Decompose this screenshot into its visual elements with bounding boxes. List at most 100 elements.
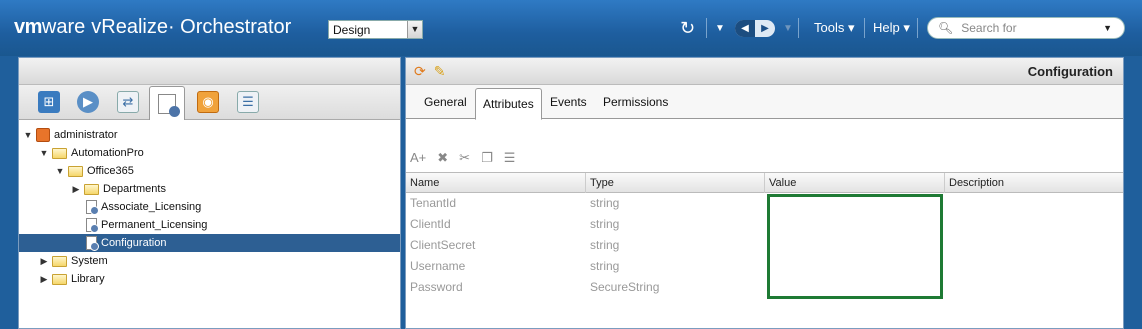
toolbar-divider bbox=[864, 18, 865, 38]
tree-item-label: administrator bbox=[54, 129, 118, 141]
table-row[interactable]: ClientId string bbox=[406, 214, 1123, 235]
collapsed-icon[interactable]: ▶ bbox=[71, 184, 81, 195]
table-header: Name Type Value Description bbox=[406, 172, 1123, 193]
run-icon[interactable]: ▶ bbox=[77, 91, 99, 113]
attributes-toolbar: A+ ✖ ✂ ❐ ☰ bbox=[410, 150, 515, 166]
workflow-icon[interactable]: ⇄ bbox=[117, 91, 139, 113]
forward-arrow-icon[interactable]: ▶ bbox=[755, 20, 775, 37]
workflow-icon bbox=[86, 218, 99, 233]
logo-ware: ware bbox=[41, 16, 86, 38]
expanded-icon[interactable]: ▼ bbox=[23, 130, 33, 140]
table-row[interactable]: TenantId string bbox=[406, 193, 1123, 214]
tree-item-label: System bbox=[71, 255, 108, 267]
tree-item-administrator[interactable]: ▼ administrator bbox=[19, 126, 400, 144]
back-arrow-icon[interactable]: ◀ bbox=[735, 20, 755, 37]
tree-item-departments[interactable]: ▶ Departments bbox=[19, 180, 400, 198]
editor-tabs: General Attributes Events Permissions bbox=[406, 85, 1123, 120]
inventory-icon[interactable]: ⊞ bbox=[38, 91, 60, 113]
delete-icon[interactable]: ✖ bbox=[437, 150, 448, 166]
history-nav: ◀ ▶ bbox=[735, 20, 775, 37]
tree-item-associate-licensing[interactable]: Associate_Licensing bbox=[19, 198, 400, 216]
design-icon bbox=[158, 93, 180, 117]
search-icon: 🔍︎ bbox=[938, 21, 954, 35]
folder-icon bbox=[52, 147, 67, 159]
mode-select[interactable]: Design ▼ bbox=[328, 20, 423, 39]
table-row[interactable]: Password SecureString bbox=[406, 277, 1123, 298]
product-logo: vm ware vRealize· Orchestrator bbox=[14, 16, 291, 42]
expanded-icon[interactable]: ▼ bbox=[55, 166, 65, 176]
tree-item-office365[interactable]: ▼ Office365 bbox=[19, 162, 400, 180]
folder-icon bbox=[84, 183, 99, 195]
collapsed-icon[interactable]: ▶ bbox=[39, 274, 49, 285]
chevron-down-icon: ▼ bbox=[407, 21, 422, 38]
tools-menu[interactable]: Tools ▾ bbox=[814, 20, 855, 36]
workflow-editor-panel: ⟳ ✎ Configuration General Attributes Eve… bbox=[405, 57, 1124, 329]
tab-attributes[interactable]: Attributes bbox=[475, 88, 542, 120]
user-icon bbox=[36, 128, 50, 142]
view-switcher: ⊞ ▶ ⇄ ◉ ☰ bbox=[19, 85, 400, 120]
actions-icon[interactable]: ☰ bbox=[237, 91, 259, 113]
editor-header-icons: ⟳ ✎ bbox=[414, 63, 445, 80]
folder-icon bbox=[52, 273, 67, 285]
toolbar-divider bbox=[706, 18, 707, 38]
search-input[interactable]: 🔍︎ Search for ▼ bbox=[927, 17, 1125, 39]
inventory-panel: ⊞ ▶ ⇄ ◉ ☰ ▼ administrator ▼ AutomationPr… bbox=[18, 57, 401, 329]
mode-select-value: Design bbox=[333, 22, 371, 37]
workflow-icon bbox=[86, 200, 99, 215]
design-tab[interactable] bbox=[149, 86, 185, 120]
left-panel-header bbox=[19, 58, 400, 85]
attribute-type: string bbox=[590, 196, 620, 210]
inventory-tree: ▼ administrator ▼ AutomationPro ▼ Office… bbox=[19, 120, 400, 285]
tree-item-label: Office365 bbox=[87, 165, 134, 177]
column-description[interactable]: Description bbox=[945, 173, 1123, 193]
tab-permissions[interactable]: Permissions bbox=[603, 95, 668, 109]
attribute-name: ClientId bbox=[410, 217, 451, 231]
copy-icon[interactable]: ❐ bbox=[481, 150, 493, 166]
tree-item-label: Permanent_Licensing bbox=[101, 219, 208, 231]
tree-item-label: Library bbox=[71, 273, 105, 285]
column-type[interactable]: Type bbox=[586, 173, 765, 193]
paste-icon[interactable]: ☰ bbox=[504, 150, 516, 166]
cut-icon[interactable]: ✂ bbox=[459, 150, 470, 166]
attribute-name: TenantId bbox=[410, 196, 457, 210]
package-icon[interactable]: ◉ bbox=[197, 91, 219, 113]
attribute-type: string bbox=[590, 259, 620, 273]
help-menu[interactable]: Help ▾ bbox=[873, 20, 910, 36]
table-row[interactable]: ClientSecret string bbox=[406, 235, 1123, 256]
tree-item-system[interactable]: ▶ System bbox=[19, 252, 400, 270]
attribute-name: ClientSecret bbox=[410, 238, 476, 252]
tree-item-label: Departments bbox=[103, 183, 166, 195]
folder-icon bbox=[52, 255, 67, 267]
attribute-type: string bbox=[590, 238, 620, 252]
column-name[interactable]: Name bbox=[406, 173, 586, 193]
attribute-type: SecureString bbox=[590, 280, 660, 294]
collapsed-icon[interactable]: ▶ bbox=[39, 256, 49, 267]
workflow-icon bbox=[86, 236, 99, 251]
attribute-name: Password bbox=[410, 280, 463, 294]
refresh-icon[interactable]: ↻ bbox=[680, 16, 695, 40]
tree-item-automationpro[interactable]: ▼ AutomationPro bbox=[19, 144, 400, 162]
forward-dropdown-icon[interactable]: ▼ bbox=[783, 16, 793, 40]
table-row[interactable]: Username string bbox=[406, 256, 1123, 277]
tab-general[interactable]: General bbox=[424, 95, 467, 109]
attribute-name: Username bbox=[410, 259, 466, 273]
attribute-type: string bbox=[590, 217, 620, 231]
history-dropdown-icon[interactable]: ▼ bbox=[715, 16, 725, 40]
product-name: vRealize· Orchestrator bbox=[91, 16, 292, 38]
expanded-icon[interactable]: ▼ bbox=[39, 148, 49, 158]
add-attribute-icon[interactable]: A+ bbox=[410, 150, 426, 166]
column-value[interactable]: Value bbox=[765, 173, 945, 193]
tab-events[interactable]: Events bbox=[550, 95, 587, 109]
editor-header: ⟳ ✎ Configuration bbox=[406, 58, 1123, 85]
tree-item-permanent-licensing[interactable]: Permanent_Licensing bbox=[19, 216, 400, 234]
chevron-down-icon[interactable]: ▼ bbox=[1103, 23, 1112, 33]
toolbar-divider bbox=[798, 18, 799, 38]
value-column-highlight bbox=[767, 194, 943, 299]
edit-pencil-icon[interactable]: ✎ bbox=[434, 63, 446, 80]
attributes-table: Name Type Value Description TenantId str… bbox=[406, 172, 1123, 298]
folder-icon bbox=[68, 165, 83, 177]
tree-item-label: Associate_Licensing bbox=[101, 201, 202, 213]
tree-item-configuration[interactable]: Configuration bbox=[19, 234, 400, 252]
refresh-workflow-icon[interactable]: ⟳ bbox=[414, 63, 426, 80]
tree-item-library[interactable]: ▶ Library bbox=[19, 270, 400, 288]
